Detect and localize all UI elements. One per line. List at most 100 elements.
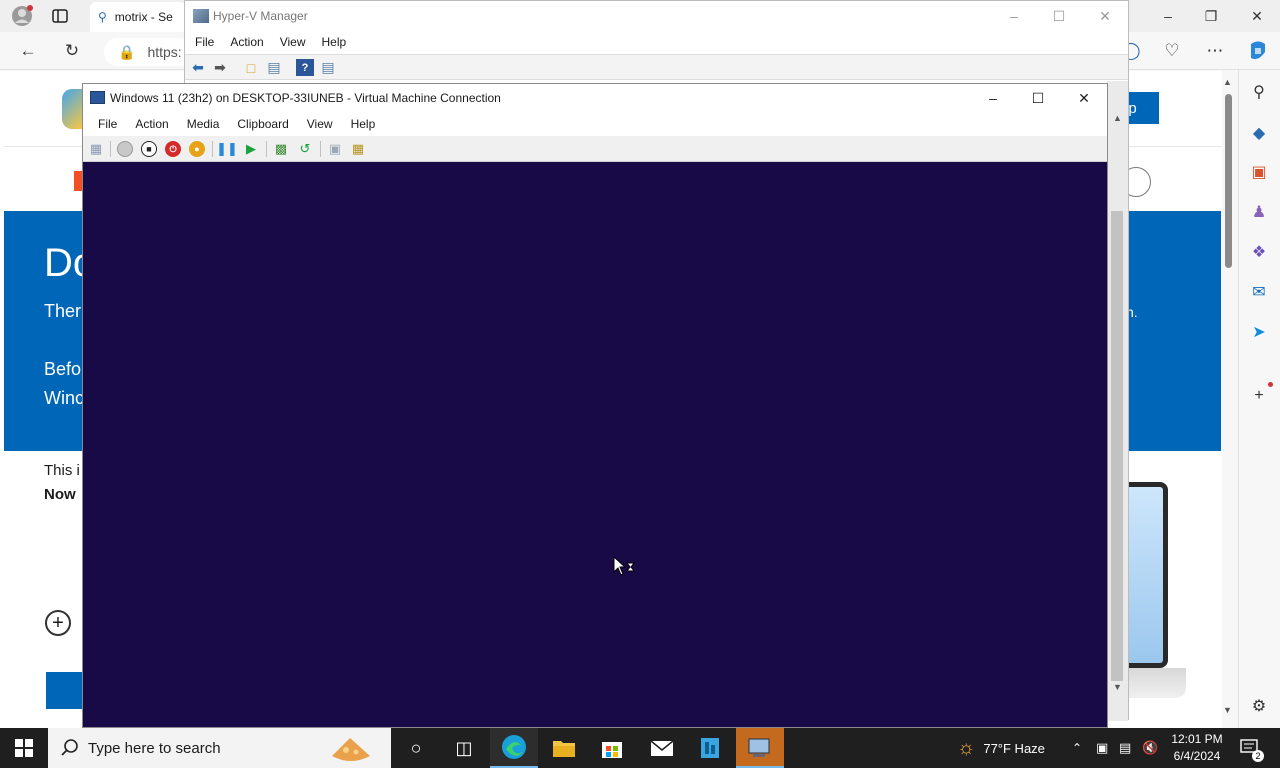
sidebar-office-icon[interactable]: ❖ (1249, 242, 1269, 262)
hyperv-menu-help[interactable]: Help (322, 35, 347, 49)
search-icon (61, 739, 78, 756)
search-highlight-icon (332, 738, 370, 761)
sidebar-add-icon[interactable]: + (1249, 386, 1269, 406)
taskbar-clock[interactable]: 12:01 PM 6/4/2024 (1166, 731, 1228, 765)
edge-minimize-button[interactable]: – (1145, 0, 1191, 32)
edge-close-button[interactable]: ✕ (1234, 0, 1280, 32)
hyperv-scrollbar-thumb[interactable] (1111, 211, 1123, 681)
download-button[interactable] (46, 672, 86, 709)
sidebar-games-icon[interactable]: ♟ (1249, 202, 1269, 222)
vm-connection-window: Windows 11 (23h2) on DESKTOP-33IUNEB - V… (82, 83, 1108, 728)
page-scrollbar-thumb[interactable] (1225, 94, 1232, 268)
show-hide-console-icon[interactable]: ▤ (265, 59, 283, 76)
hyperv-menu-view[interactable]: View (280, 35, 306, 49)
save-state-icon[interactable]: ● (189, 141, 205, 157)
vm-connection-title: Windows 11 (23h2) on DESKTOP-33IUNEB - V… (110, 91, 501, 105)
forward-arrow-icon[interactable]: ➡ (211, 59, 229, 76)
toolbar-separator (320, 141, 321, 157)
toolbar-separator (212, 141, 213, 157)
sidebar-shopping-icon[interactable]: ◆ (1249, 123, 1269, 143)
vm-display[interactable] (83, 163, 1107, 727)
search-placeholder: Type here to search (88, 739, 221, 757)
tab-title: motrix - Se (114, 10, 173, 24)
pause-icon[interactable]: ❚❚ (216, 141, 238, 157)
vm-menu-file[interactable]: File (98, 117, 117, 131)
scroll-down-arrow-icon[interactable]: ▼ (1223, 705, 1232, 715)
section-text: This i (44, 462, 80, 479)
vm-menu-clipboard[interactable]: Clipboard (237, 117, 288, 131)
hyperv-menu-file[interactable]: File (195, 35, 214, 49)
cortana-icon[interactable]: ○ (392, 728, 440, 768)
weather-widget[interactable]: ☼ 77°F Haze (957, 728, 1045, 768)
sidebar-tools-icon[interactable]: ▣ (1249, 162, 1269, 182)
copilot-icon[interactable] (1243, 36, 1273, 66)
start-vm-icon[interactable] (117, 141, 133, 157)
start-button[interactable] (0, 728, 48, 768)
scroll-up-arrow-icon[interactable]: ▲ (1223, 77, 1232, 87)
vm-close-button[interactable]: ✕ (1061, 84, 1107, 112)
vm-minimize-button[interactable]: – (970, 84, 1016, 112)
shutdown-icon[interactable]: ⏻ (165, 141, 181, 157)
microsoft-logo-icon (74, 171, 82, 191)
help-icon[interactable]: ? (296, 59, 314, 76)
toolbar-separator (266, 141, 267, 157)
hyperv-menu-action[interactable]: Action (230, 35, 263, 49)
ctrl-alt-del-icon[interactable]: ▦ (88, 141, 104, 157)
hyperv-close-button[interactable]: ✕ (1082, 1, 1128, 31)
checkpoint-icon[interactable]: ▩ (273, 141, 289, 157)
expand-plus-icon[interactable]: + (45, 610, 71, 636)
hero-text-line: Winc (44, 388, 84, 408)
sidebar-drop-icon[interactable]: ➤ (1249, 322, 1269, 342)
turn-off-icon[interactable]: ■ (141, 141, 157, 157)
scroll-down-arrow-icon[interactable]: ▼ (1113, 682, 1122, 692)
back-arrow-icon[interactable]: ← (13, 36, 43, 66)
task-view-icon[interactable]: ◫ (440, 728, 488, 768)
network-icon[interactable]: ▤ (1119, 728, 1131, 768)
section-text-bold: Now (44, 486, 76, 503)
notification-count-badge: 2 (1252, 750, 1264, 762)
refresh-icon[interactable]: ↻ (57, 36, 87, 66)
address-bar[interactable]: 🔒 https: (104, 38, 194, 66)
browser-essentials-icon[interactable]: ♡ (1157, 36, 1187, 66)
windows-taskbar: Type here to search ○ ◫ ☼ 77°F Haze ⌃ ▣ … (0, 728, 1280, 768)
taskbar-search-box[interactable]: Type here to search (48, 728, 391, 768)
hyperv-minimize-button[interactable]: – (991, 1, 1037, 31)
sidebar-settings-icon[interactable]: ⚙ (1249, 696, 1269, 716)
edge-taskbar-icon[interactable] (490, 728, 538, 768)
share-icon[interactable]: ▦ (350, 141, 366, 157)
show-hidden-icons-chevron-icon[interactable]: ⌃ (1072, 728, 1082, 768)
profile-avatar-icon[interactable] (7, 1, 37, 31)
lock-icon: 🔒 (118, 43, 136, 60)
hyperv-tray-icon[interactable]: ▣ (1096, 728, 1108, 768)
vm-maximize-button[interactable]: ☐ (1015, 84, 1061, 112)
vm-menu-view[interactable]: View (307, 117, 333, 131)
enhanced-session-icon[interactable]: ▣ (327, 141, 343, 157)
resume-icon[interactable]: ▶ (243, 141, 259, 157)
action-pane-icon[interactable]: ▤ (319, 59, 337, 76)
more-menu-icon[interactable]: ⋯ (1200, 36, 1230, 66)
vm-menu-action[interactable]: Action (135, 117, 168, 131)
tab-actions-icon[interactable] (45, 1, 75, 31)
mail-icon[interactable] (638, 728, 686, 768)
hyperv-toolbar: ⬅ ➡ □ ▤ ? ▤ (185, 54, 1128, 80)
back-arrow-icon[interactable]: ⬅ (189, 59, 207, 76)
edge-restore-button[interactable]: ❐ (1188, 0, 1234, 32)
volume-muted-icon[interactable]: 🔇 (1142, 728, 1158, 768)
revert-icon[interactable]: ↺ (297, 141, 313, 157)
weather-haze-icon: ☼ (957, 736, 976, 759)
file-explorer-icon[interactable] (540, 728, 588, 768)
sidebar-search-icon[interactable]: ⚲ (1249, 82, 1269, 102)
azure-data-studio-icon[interactable] (686, 728, 734, 768)
scroll-up-arrow-icon[interactable]: ▲ (1113, 113, 1122, 123)
sidebar-outlook-icon[interactable]: ✉ (1249, 282, 1269, 302)
vm-menu-media[interactable]: Media (187, 117, 220, 131)
weather-text: 77°F Haze (983, 740, 1045, 756)
folder-up-icon[interactable]: □ (242, 59, 260, 76)
tab-search-motrix[interactable]: ⚲ motrix - Se (90, 2, 186, 32)
vm-menu-help[interactable]: Help (351, 117, 376, 131)
hyperv-maximize-button[interactable]: ☐ (1036, 1, 1082, 31)
hyperv-manager-taskbar-icon[interactable] (736, 728, 784, 768)
microsoft-store-icon[interactable] (588, 728, 636, 768)
hero-text-line: Befo (44, 359, 82, 379)
notification-center-icon[interactable] (1238, 728, 1262, 768)
